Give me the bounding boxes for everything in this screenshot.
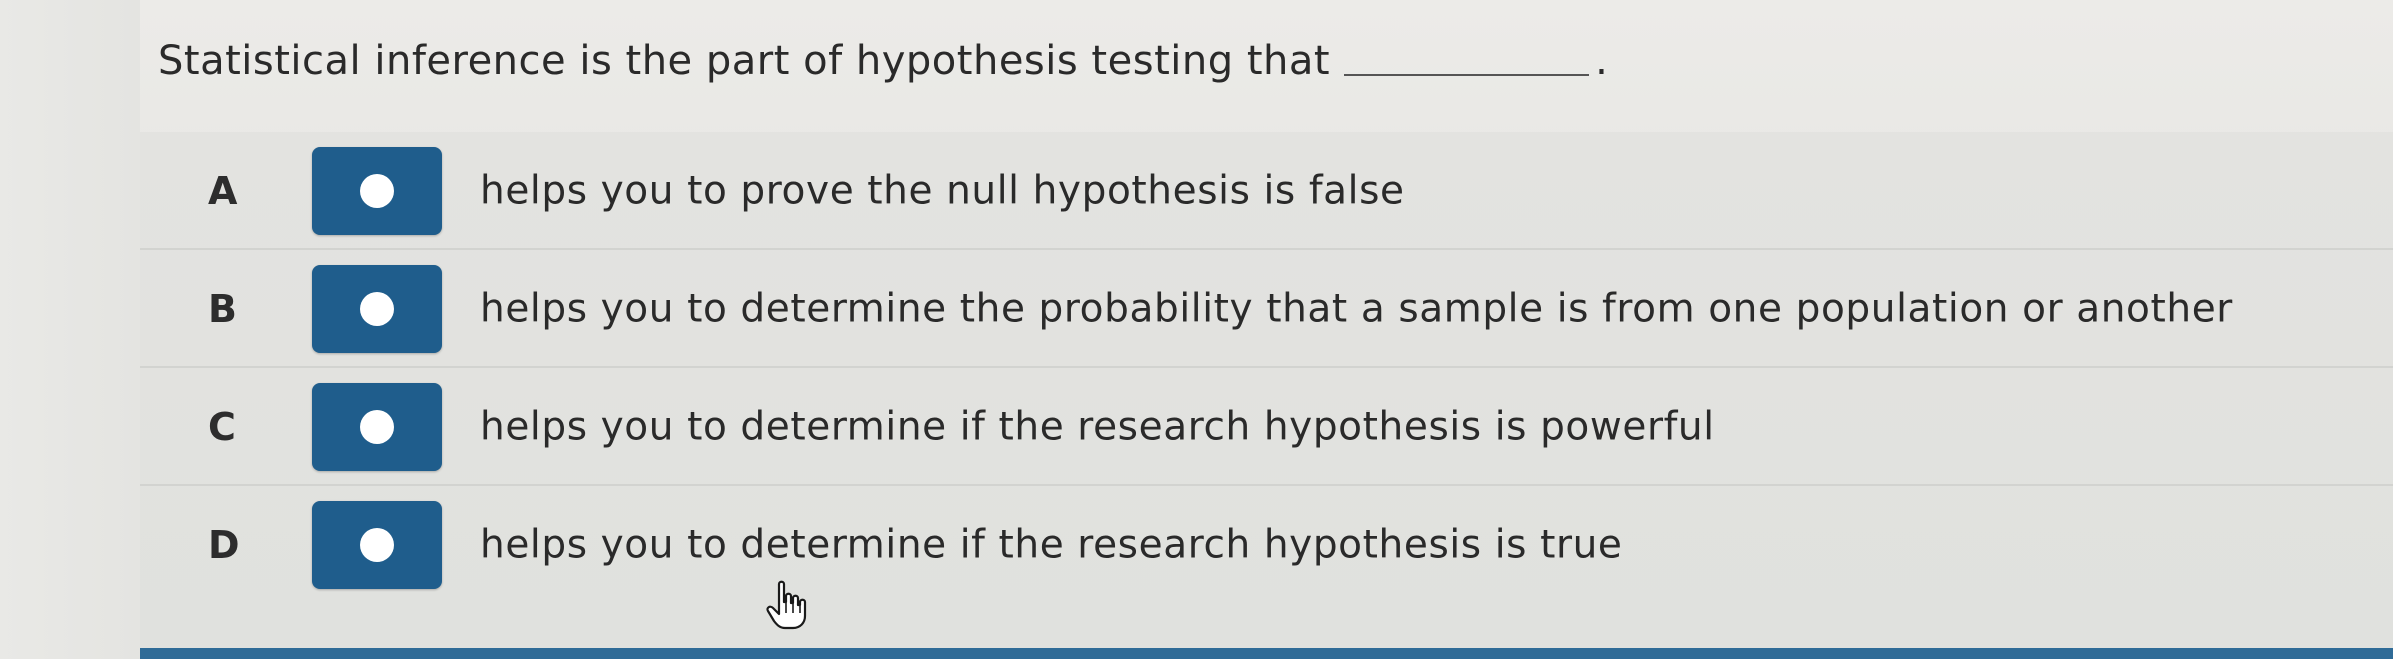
radio-dot-icon (360, 410, 394, 444)
option-b-radio[interactable] (312, 265, 442, 353)
option-c[interactable]: C helps you to determine if the research… (140, 368, 2393, 486)
radio-dot-icon (360, 292, 394, 326)
answer-blank (1344, 74, 1590, 76)
option-d[interactable]: D helps you to determine if the research… (140, 486, 2393, 604)
hand-pointer-icon (766, 580, 807, 630)
option-b-text: helps you to determine the probability t… (480, 286, 2233, 332)
option-a[interactable]: A helps you to prove the null hypothesis… (140, 132, 2393, 250)
option-b[interactable]: B helps you to determine the probability… (140, 250, 2393, 368)
answer-options: A helps you to prove the null hypothesis… (140, 132, 2393, 659)
option-d-letter: D (208, 523, 240, 567)
question-text: Statistical inference is the part of hyp… (158, 38, 1331, 84)
bottom-accent-bar (140, 648, 2393, 659)
quiz-page: Statistical inference is the part of hyp… (0, 0, 2393, 659)
option-c-text: helps you to determine if the research h… (480, 404, 1715, 450)
question-end-punct: . (1595, 38, 1609, 84)
left-margin (0, 0, 140, 659)
radio-dot-icon (360, 174, 394, 208)
option-c-letter: C (208, 405, 236, 449)
option-a-letter: A (208, 169, 238, 213)
option-d-radio[interactable] (312, 501, 442, 589)
option-c-radio[interactable] (312, 383, 442, 471)
option-b-letter: B (208, 287, 237, 331)
radio-dot-icon (360, 528, 394, 562)
question-prompt: Statistical inference is the part of hyp… (158, 38, 1608, 84)
option-a-radio[interactable] (312, 147, 442, 235)
option-a-text: helps you to prove the null hypothesis i… (480, 168, 1405, 214)
option-d-text: helps you to determine if the research h… (480, 522, 1623, 568)
